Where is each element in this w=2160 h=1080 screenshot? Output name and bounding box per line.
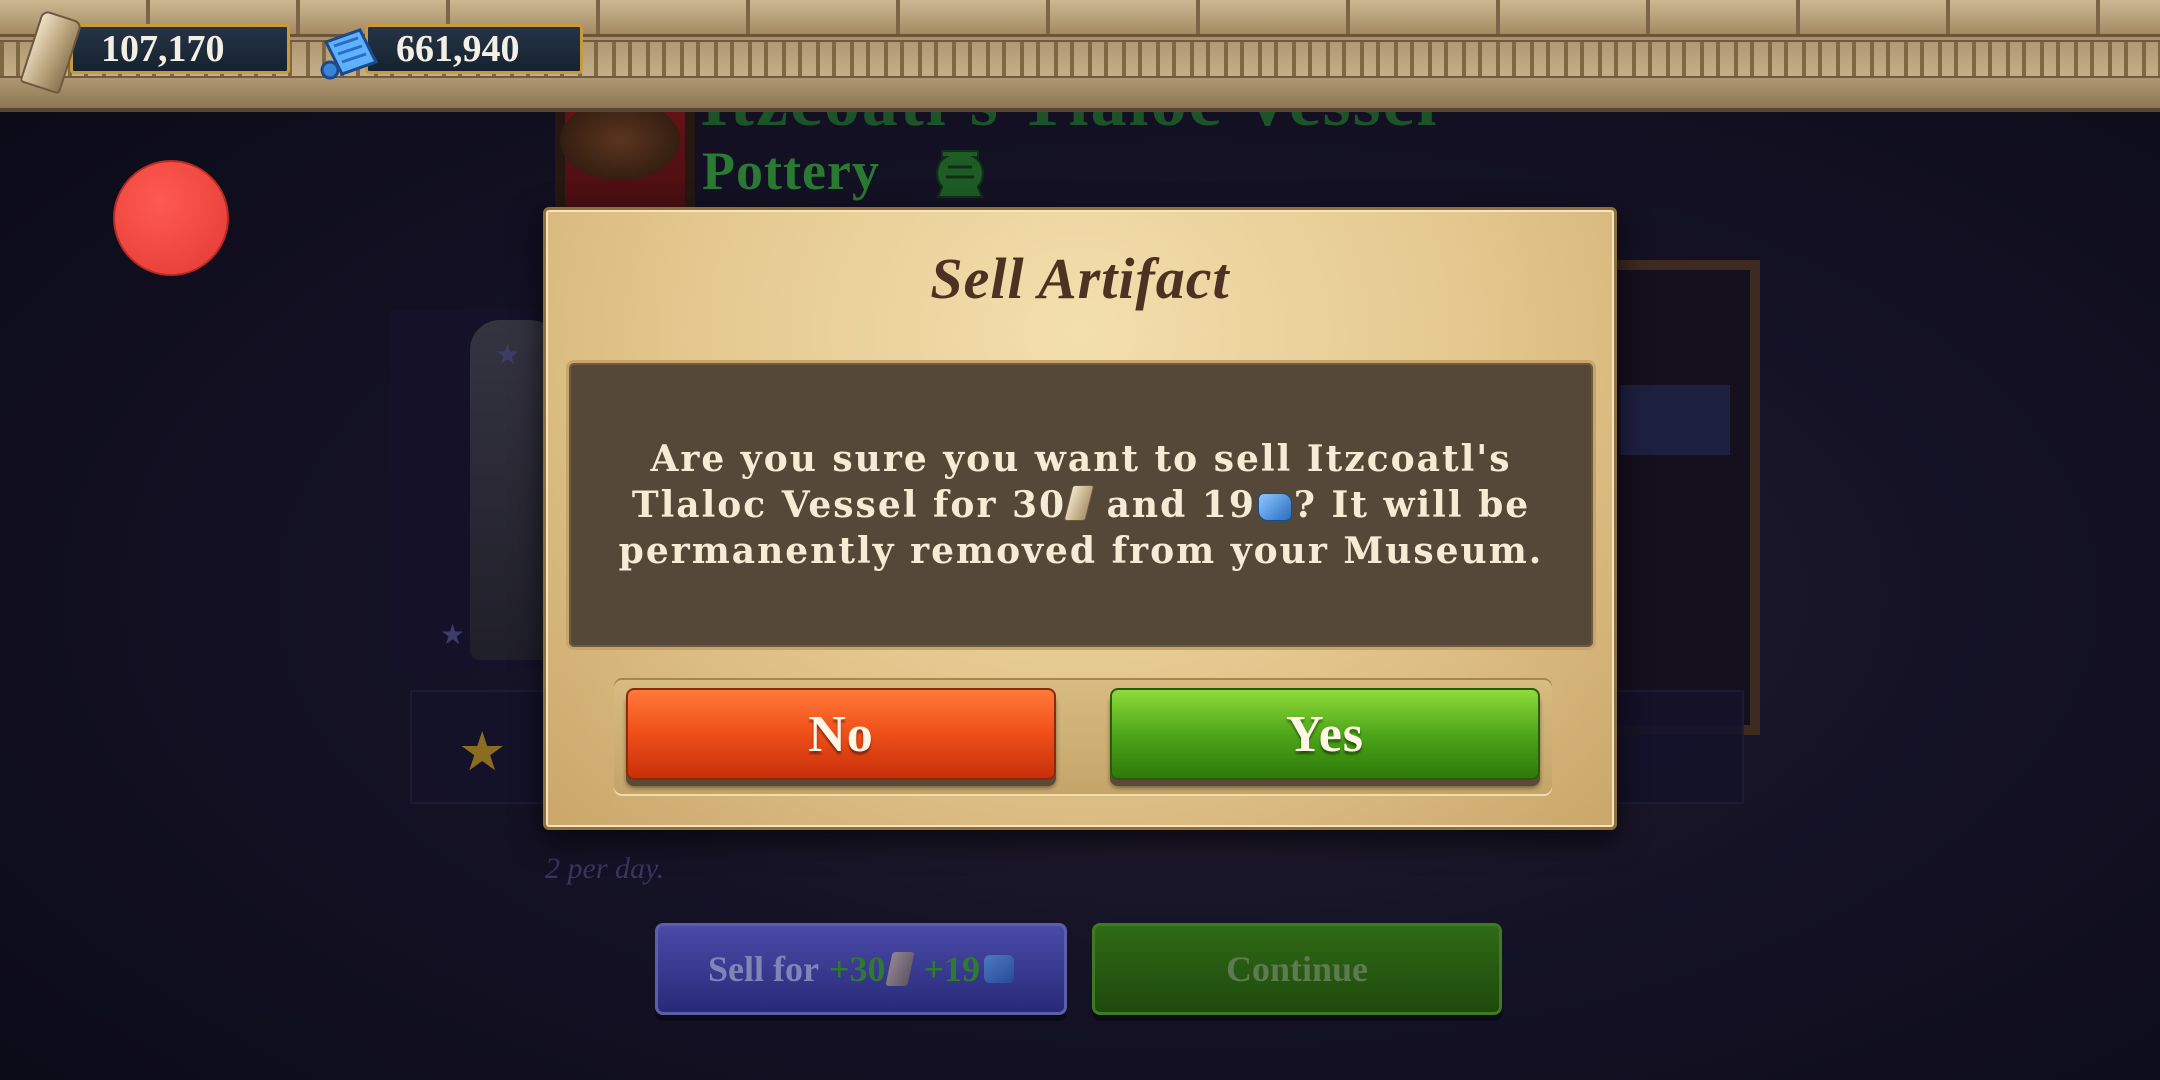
star-icon: ★ (495, 338, 521, 371)
scroll-icon (1257, 493, 1292, 521)
scroll-currency-value: 661,940 (396, 28, 520, 70)
dialog-message: Are you sure you want to sell Itzcoatl's… (618, 438, 1544, 572)
artifact-icon (885, 952, 916, 986)
record-indicator (113, 160, 229, 276)
no-button[interactable]: No (626, 688, 1056, 780)
star-icon: ★ (458, 720, 507, 783)
per-day-text: 2 per day. (545, 852, 665, 885)
sell-artifact-button[interactable]: Sell for +30 +19 (655, 923, 1067, 1015)
scroll-currency-counter: 661,940 (365, 24, 583, 74)
artifact-category: Pottery (702, 141, 880, 201)
sell-artifact-amount: +30 (828, 949, 886, 989)
dialog-button-tray: No Yes (614, 678, 1552, 796)
dialog-title: Sell Artifact (930, 246, 1230, 311)
artifact-currency-counter: 107,170 (70, 24, 290, 74)
info-frame-slot (1620, 385, 1730, 455)
scroll-icon (984, 955, 1014, 983)
sell-label: Sell for (707, 949, 819, 989)
top-resource-bar: 107,170 661,940 (0, 0, 2160, 112)
sell-scroll-amount: +19 (923, 949, 980, 989)
artifact-emblem-medal (560, 100, 680, 180)
artifact-icon (1063, 485, 1095, 521)
continue-button[interactable]: Continue (1092, 923, 1502, 1015)
sell-artifact-dialog: Sell Artifact Are you sure you want to s… (543, 207, 1617, 830)
yes-button[interactable]: Yes (1110, 688, 1540, 780)
artifact-currency-value: 107,170 (101, 28, 225, 70)
star-icon: ★ (440, 618, 466, 651)
dialog-message-box: Are you sure you want to sell Itzcoatl's… (566, 360, 1596, 650)
scroll-icon (320, 28, 379, 80)
vase-icon (936, 150, 984, 198)
